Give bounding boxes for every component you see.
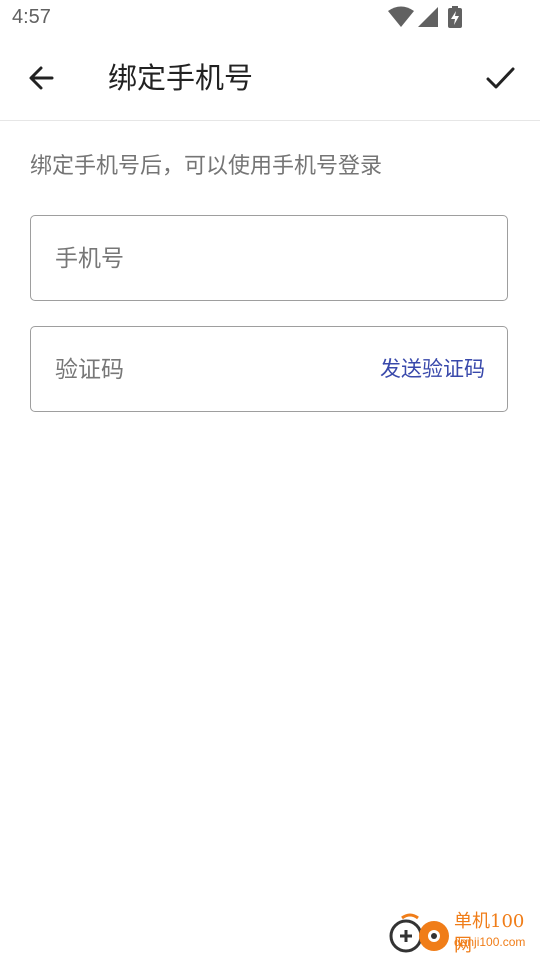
code-input[interactable]	[53, 327, 337, 413]
wifi-icon	[388, 6, 414, 27]
watermark-logo-icon	[389, 913, 449, 953]
hint-text: 绑定手机号后，可以使用手机号登录	[30, 154, 383, 179]
status-time: 4:57	[12, 6, 51, 28]
arrow-back-icon	[29, 66, 54, 90]
confirm-button[interactable]	[480, 58, 520, 98]
app-bar: 绑定手机号	[0, 36, 540, 121]
watermark: 单机100网 danji100.com	[388, 910, 538, 956]
phone-input[interactable]	[53, 216, 357, 302]
send-code-button[interactable]: 发送验证码	[380, 327, 485, 411]
watermark-url: danji100.com	[454, 935, 526, 949]
status-bar: 4:57	[0, 0, 540, 36]
phone-field	[30, 215, 508, 302]
code-field: 发送验证码	[30, 326, 508, 413]
cell-signal-icon	[418, 7, 438, 27]
check-icon	[486, 67, 515, 89]
back-button[interactable]	[22, 58, 62, 98]
page-title: 绑定手机号	[108, 61, 254, 95]
battery-charging-icon	[448, 6, 462, 28]
